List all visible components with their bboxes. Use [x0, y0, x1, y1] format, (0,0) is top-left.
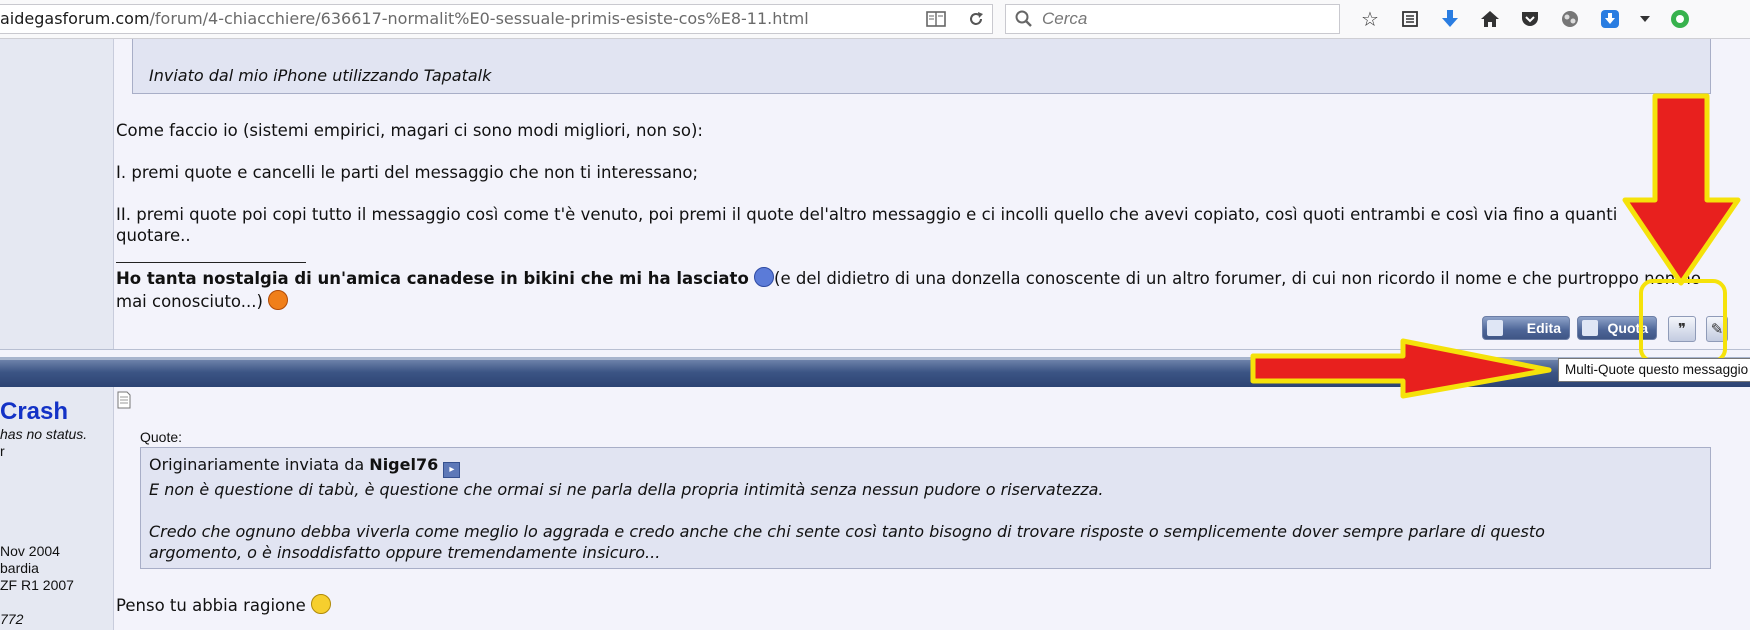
annotation-overlay: [1250, 93, 1741, 399]
multi-quote-tooltip: Multi-Quote questo messaggio: [1558, 358, 1750, 382]
highlight-box: [1639, 279, 1727, 363]
right-arrow-annotation: [1250, 338, 1552, 399]
down-arrow-annotation: [1622, 93, 1741, 286]
